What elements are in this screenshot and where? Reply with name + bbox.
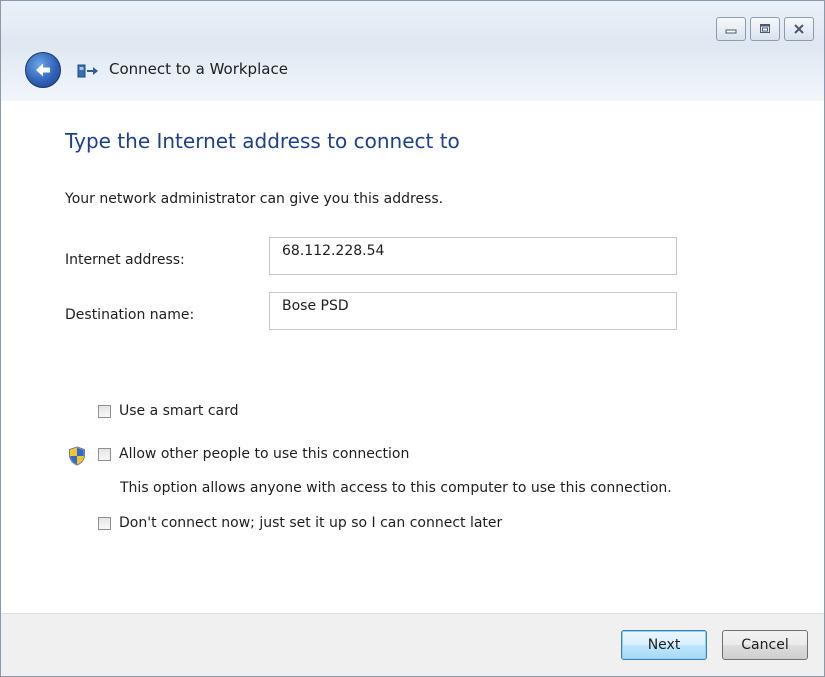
maximize-icon: [760, 24, 770, 33]
close-button[interactable]: [784, 17, 814, 41]
close-icon: [794, 24, 804, 34]
wizard-content: Type the Internet address to connect to …: [1, 101, 824, 613]
smart-card-option[interactable]: Use a smart card: [98, 403, 239, 419]
uac-shield-icon: [69, 446, 85, 466]
smart-card-checkbox[interactable]: [98, 404, 111, 418]
destination-name-label: Destination name:: [65, 307, 195, 323]
button-bar: Next Cancel: [1, 613, 824, 676]
allow-others-option[interactable]: Allow other people to use this connectio…: [98, 446, 409, 462]
smart-card-label: Use a smart card: [119, 403, 239, 419]
caption-buttons: [716, 17, 814, 41]
next-button[interactable]: Next: [621, 630, 707, 660]
back-button[interactable]: [25, 52, 61, 88]
instruction-text: Your network administrator can give you …: [65, 191, 444, 207]
allow-others-checkbox[interactable]: [98, 447, 111, 461]
allow-others-description: This option allows anyone with access to…: [120, 480, 672, 496]
allow-others-label: Allow other people to use this connectio…: [119, 446, 410, 462]
maximize-button[interactable]: [750, 17, 780, 41]
title-bar: Connect to a Workplace: [1, 1, 824, 101]
cancel-button[interactable]: Cancel: [722, 630, 808, 660]
internet-address-input[interactable]: [269, 237, 677, 275]
internet-address-label: Internet address:: [65, 252, 185, 268]
connect-later-label: Don't connect now; just set it up so I c…: [119, 515, 503, 531]
minimize-button[interactable]: [716, 17, 746, 41]
connect-later-checkbox[interactable]: [98, 516, 111, 530]
connect-later-option[interactable]: Don't connect now; just set it up so I c…: [98, 515, 502, 531]
wizard-window: Connect to a Workplace Type the Internet…: [0, 0, 825, 677]
back-arrow-icon: [36, 63, 50, 77]
page-heading: Type the Internet address to connect to: [65, 129, 460, 153]
destination-name-input[interactable]: [269, 292, 677, 330]
window-title: Connect to a Workplace: [109, 60, 288, 78]
network-connection-icon: [77, 64, 98, 78]
minimize-icon: [725, 29, 737, 34]
